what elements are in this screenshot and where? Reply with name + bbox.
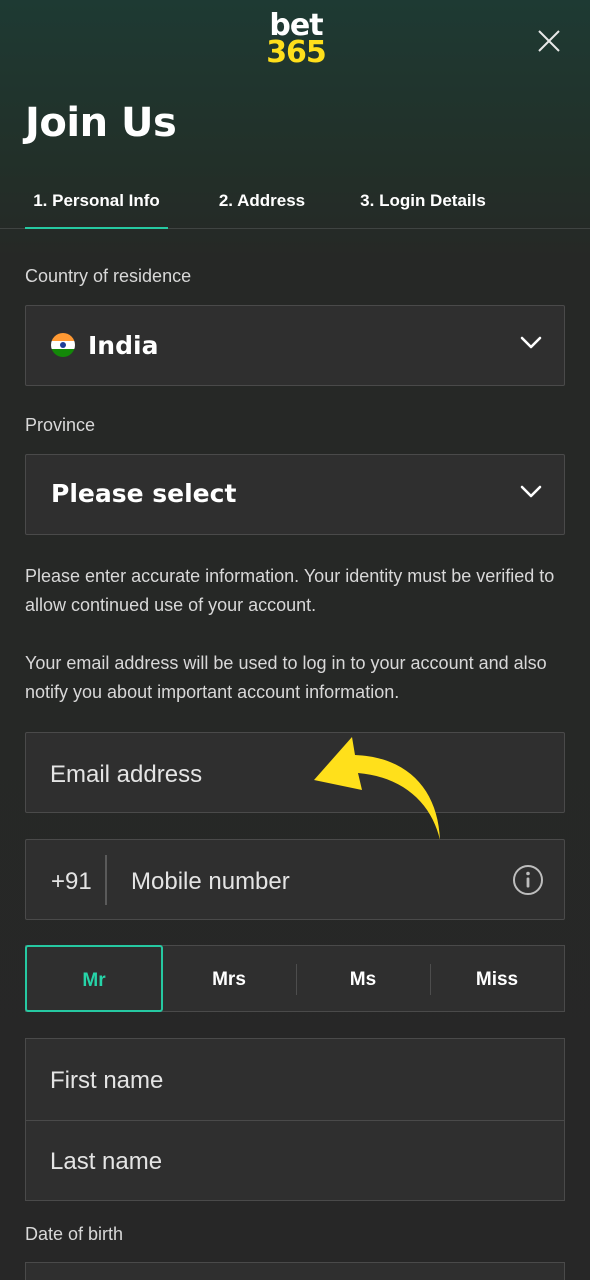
mobile-field[interactable]: +91 Mobile number bbox=[25, 839, 565, 920]
last-name-field[interactable]: Last name bbox=[26, 1120, 564, 1201]
close-icon[interactable] bbox=[536, 28, 562, 54]
province-value: Please select bbox=[51, 479, 237, 508]
step-tabs: 1. Personal Info 2. Address 3. Login Det… bbox=[0, 178, 590, 229]
tab-login-details[interactable]: 3. Login Details bbox=[348, 178, 498, 228]
mobile-placeholder: Mobile number bbox=[131, 868, 290, 895]
first-name-placeholder: First name bbox=[50, 1067, 164, 1094]
country-value: India bbox=[88, 331, 159, 360]
country-select[interactable]: India bbox=[25, 305, 565, 386]
divider bbox=[105, 855, 107, 905]
page-title: Join Us bbox=[25, 100, 177, 146]
chevron-down-icon bbox=[520, 336, 542, 349]
tab-address[interactable]: 2. Address bbox=[206, 178, 318, 228]
email-notice: Your email address will be used to log i… bbox=[25, 653, 547, 702]
arrow-annotation-icon bbox=[314, 737, 440, 840]
title-selector: Mr Mrs Ms Miss bbox=[25, 945, 565, 1012]
title-option-mr[interactable]: Mr bbox=[25, 945, 163, 1012]
chevron-down-icon bbox=[520, 485, 542, 498]
title-option-mrs[interactable]: Mrs bbox=[162, 946, 296, 1011]
country-label: Country of residence bbox=[25, 266, 192, 286]
india-flag-icon bbox=[51, 333, 75, 357]
country-code[interactable]: +91 bbox=[51, 868, 92, 896]
title-option-miss[interactable]: Miss bbox=[430, 946, 564, 1011]
info-icon[interactable] bbox=[512, 864, 544, 896]
province-label: Province bbox=[25, 415, 96, 435]
title-option-ms[interactable]: Ms bbox=[296, 946, 430, 1011]
name-fields: First name Last name bbox=[25, 1038, 565, 1201]
identity-notice: Please enter accurate information. Your … bbox=[25, 566, 555, 615]
province-select[interactable]: Please select bbox=[25, 454, 565, 535]
dob-label: Date of birth bbox=[25, 1224, 124, 1244]
bet365-logo: bet 365 bbox=[266, 8, 327, 70]
last-name-placeholder: Last name bbox=[50, 1148, 163, 1175]
tab-personal-info[interactable]: 1. Personal Info bbox=[25, 178, 168, 229]
dob-field[interactable] bbox=[25, 1262, 565, 1280]
email-field[interactable]: Email address bbox=[25, 732, 565, 813]
first-name-field[interactable]: First name bbox=[26, 1039, 564, 1120]
email-placeholder: Email address bbox=[50, 761, 203, 788]
